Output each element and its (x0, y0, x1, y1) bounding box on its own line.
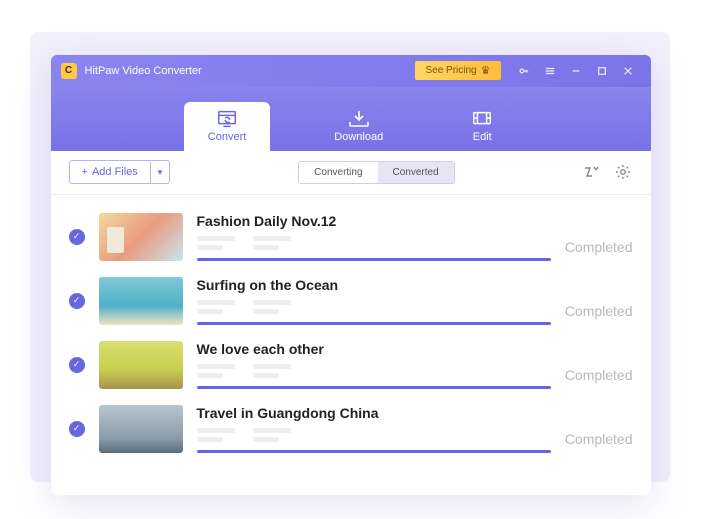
file-meta (197, 236, 551, 250)
main-tabbar: Convert Download Edit (51, 87, 651, 151)
file-list: ✓ Fashion Daily Nov.12 Completed ✓ Surfi… (51, 195, 651, 495)
titlebar: C HitPaw Video Converter See Pricing ♛ (51, 55, 651, 87)
list-item: ✓ Fashion Daily Nov.12 Completed (69, 203, 633, 267)
file-title: We love each other (197, 341, 551, 357)
thumbnail[interactable] (99, 405, 183, 453)
list-item: ✓ We love each other Completed (69, 331, 633, 395)
file-title: Travel in Guangdong China (197, 405, 551, 421)
toolbar-right-icons (582, 163, 632, 181)
app-window: C HitPaw Video Converter See Pricing ♛ C… (51, 55, 651, 495)
close-button[interactable] (615, 61, 641, 81)
see-pricing-button[interactable]: See Pricing ♛ (415, 61, 500, 80)
toolbar: + Add Files ▾ Converting Converted (51, 151, 651, 195)
tab-convert[interactable]: Convert (184, 102, 271, 151)
progress-bar (197, 258, 551, 261)
status-filter: Converting Converted (298, 161, 455, 184)
segment-converting[interactable]: Converting (299, 162, 377, 183)
add-files-label: Add Files (92, 166, 138, 178)
check-icon[interactable]: ✓ (69, 421, 85, 437)
add-files-button[interactable]: + Add Files ▾ (69, 160, 171, 184)
progress-bar (197, 386, 551, 389)
status-label: Completed (565, 239, 633, 261)
plus-icon: + (82, 166, 88, 178)
minimize-button[interactable] (563, 61, 589, 81)
settings-gear-icon[interactable] (614, 163, 632, 181)
thumbnail[interactable] (99, 341, 183, 389)
menu-icon[interactable] (537, 61, 563, 81)
see-pricing-label: See Pricing (425, 65, 476, 76)
list-item: ✓ Travel in Guangdong China Completed (69, 395, 633, 459)
thumbnail[interactable] (99, 213, 183, 261)
file-title: Fashion Daily Nov.12 (197, 213, 551, 229)
file-title: Surfing on the Ocean (197, 277, 551, 293)
app-logo-icon: C (61, 63, 77, 79)
tab-download-label: Download (334, 131, 383, 143)
key-icon[interactable] (511, 61, 537, 81)
check-icon[interactable]: ✓ (69, 229, 85, 245)
maximize-button[interactable] (589, 61, 615, 81)
edit-icon (471, 110, 493, 128)
app-title: HitPaw Video Converter (85, 65, 202, 77)
file-meta (197, 300, 551, 314)
speed-icon[interactable] (582, 163, 600, 181)
convert-icon (216, 110, 238, 128)
check-icon[interactable]: ✓ (69, 357, 85, 373)
list-item: ✓ Surfing on the Ocean Completed (69, 267, 633, 331)
tab-edit[interactable]: Edit (447, 102, 517, 151)
thumbnail[interactable] (99, 277, 183, 325)
tab-edit-label: Edit (473, 131, 492, 143)
progress-bar (197, 450, 551, 453)
download-icon (348, 110, 370, 128)
check-icon[interactable]: ✓ (69, 293, 85, 309)
add-files-dropdown[interactable]: ▾ (150, 162, 170, 183)
tab-convert-label: Convert (208, 131, 247, 143)
file-meta (197, 364, 551, 378)
tab-download[interactable]: Download (310, 102, 407, 151)
file-meta (197, 428, 551, 442)
status-label: Completed (565, 431, 633, 453)
segment-converted[interactable]: Converted (378, 162, 454, 183)
status-label: Completed (565, 303, 633, 325)
status-label: Completed (565, 367, 633, 389)
progress-bar (197, 322, 551, 325)
crown-icon: ♛ (481, 64, 491, 77)
